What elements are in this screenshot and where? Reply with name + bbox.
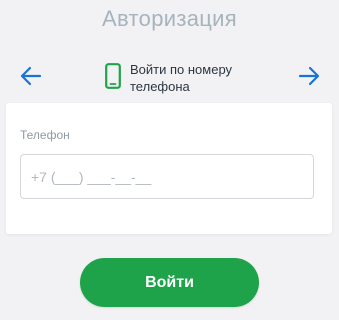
page-title: Авторизация <box>102 6 237 31</box>
phone-field-container <box>20 154 314 199</box>
smartphone-icon <box>105 63 121 89</box>
login-screen: Авторизация Войти по номеру телефона Тел… <box>0 0 339 320</box>
phone-input[interactable] <box>21 155 313 198</box>
arrow-left-icon <box>20 66 42 86</box>
login-method-label: Войти по номеру телефона <box>130 62 233 94</box>
next-method-button[interactable] <box>295 62 323 90</box>
phone-field-label: Телефон <box>20 128 70 142</box>
login-button[interactable]: Войти <box>80 258 259 307</box>
login-method: Войти по номеру телефона <box>105 61 255 95</box>
login-form-card: Телефон <box>6 103 332 234</box>
previous-method-button[interactable] <box>17 62 45 90</box>
arrow-right-icon <box>298 66 320 86</box>
